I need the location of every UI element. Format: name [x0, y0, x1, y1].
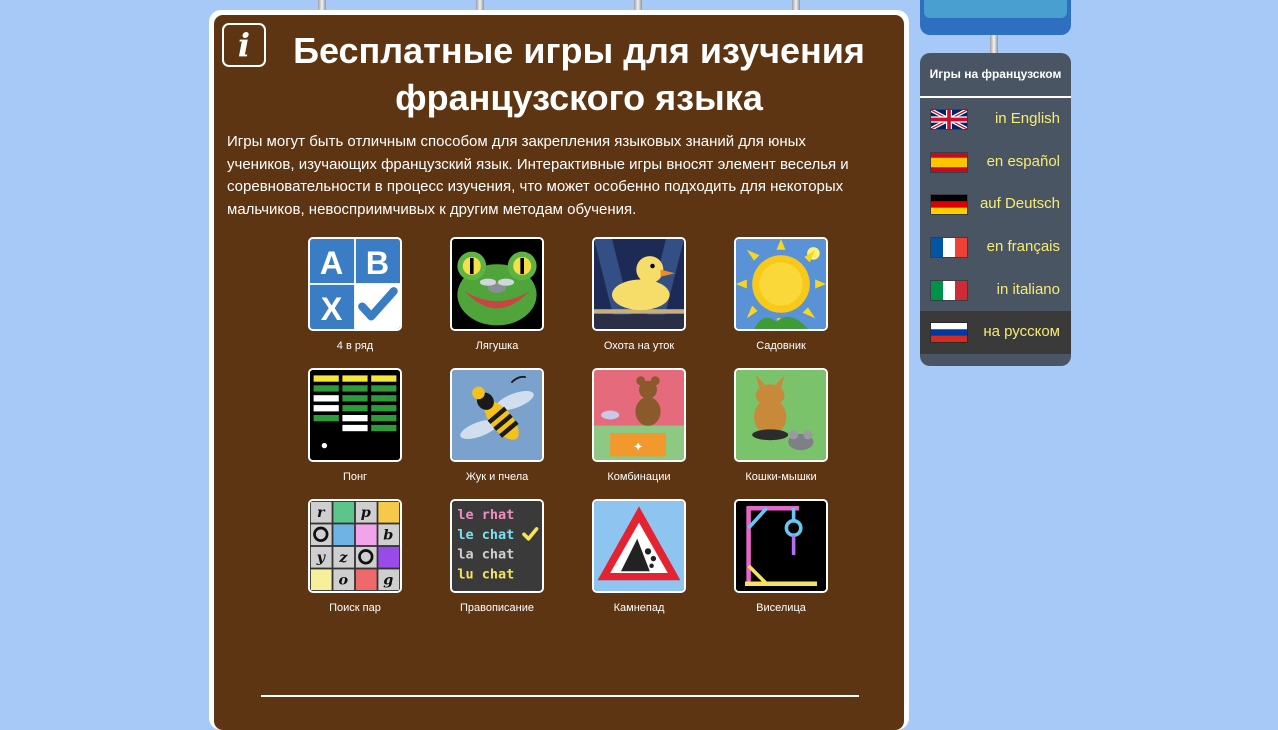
- info-button[interactable]: i: [222, 23, 266, 67]
- pairs-letter: g: [383, 572, 393, 589]
- pairs-letter: o: [338, 572, 348, 589]
- duck-icon[interactable]: [592, 237, 686, 331]
- game-kamnepad[interactable]: Камнепад: [568, 499, 710, 615]
- rockfall-sign-icon[interactable]: [592, 499, 686, 593]
- info-icon: i: [237, 26, 251, 64]
- lang-link-spanish[interactable]: en español: [920, 141, 1071, 184]
- game-label: Кошки-мышки: [745, 471, 817, 483]
- main-board: i Бесплатные игры для изучения французск…: [209, 10, 909, 730]
- divider: [261, 695, 859, 697]
- lang-label[interactable]: на русском: [983, 311, 1060, 354]
- game-label: Камнепад: [613, 602, 665, 614]
- game-label: Понг: [342, 471, 368, 483]
- spelling-word: la chat: [457, 547, 514, 563]
- games-grid: A B X 4 в ряд Лягушка Охота на уток Садо…: [284, 237, 854, 615]
- lang-label[interactable]: in English: [995, 98, 1060, 141]
- game-koshki-myshki[interactable]: Кошки-мышки: [710, 368, 852, 484]
- pairs-letter: b: [383, 527, 393, 544]
- game-lyagushka[interactable]: Лягушка: [426, 237, 568, 353]
- game-pravopisanie[interactable]: le rhat le chat la chat lu chat Правопис…: [426, 499, 568, 615]
- game-viselitsa[interactable]: Виселица: [710, 499, 852, 615]
- lang-link-german[interactable]: auf Deutsch: [920, 183, 1071, 226]
- game-label: Поиск пар: [329, 602, 381, 614]
- game-label: Садовник: [756, 340, 806, 352]
- frog-icon[interactable]: [450, 237, 544, 331]
- game-label: Комбинации: [607, 471, 671, 483]
- spelling-word: lu chat: [457, 566, 514, 582]
- tile-letter-a: A: [320, 245, 343, 281]
- russia-flag-icon: [931, 323, 967, 343]
- game-zhuk-i-pchela[interactable]: Жук и пчела: [426, 368, 568, 484]
- abc-quiz-icon[interactable]: A B X: [308, 237, 402, 331]
- spain-flag-icon: [931, 152, 967, 172]
- svg-text:✦: ✦: [633, 439, 644, 454]
- hangman-icon[interactable]: [734, 499, 828, 593]
- top-sign-panel: [924, 0, 1067, 18]
- sign-pole: [990, 34, 998, 54]
- spelling-word: le rhat: [457, 507, 514, 523]
- pairs-letter: p: [361, 504, 371, 521]
- game-poisk-par[interactable]: r p b y z o g Поиск пар: [284, 499, 426, 615]
- lang-link-russian[interactable]: на русском: [920, 311, 1071, 355]
- spelling-word: le chat: [457, 527, 514, 543]
- game-4-v-ryad[interactable]: A B X 4 в ряд: [284, 237, 426, 353]
- lang-link-english[interactable]: in English: [920, 98, 1071, 141]
- france-flag-icon: [931, 238, 967, 258]
- game-label: Правописание: [459, 602, 535, 614]
- game-label: Жук и пчела: [465, 471, 529, 483]
- sunflower-icon[interactable]: [734, 237, 828, 331]
- language-panel-heading: Игры на французском: [920, 53, 1071, 98]
- pairs-letter: y: [316, 549, 327, 566]
- wasp-icon[interactable]: [450, 368, 544, 462]
- lang-link-italian[interactable]: in italiano: [920, 269, 1071, 312]
- game-label: 4 в ряд: [336, 340, 374, 352]
- italy-flag-icon: [931, 280, 967, 300]
- lang-label[interactable]: in italiano: [997, 269, 1060, 312]
- lang-link-french[interactable]: en français: [920, 226, 1071, 269]
- game-sadovnik[interactable]: Садовник: [710, 237, 852, 353]
- tile-letter-x: X: [321, 291, 343, 327]
- language-panel: Игры на французском in English en españo…: [920, 53, 1071, 366]
- uk-flag-icon: [931, 110, 967, 129]
- germany-flag-icon: [931, 195, 967, 215]
- game-label: Виселица: [756, 602, 806, 614]
- pong-icon[interactable]: [308, 368, 402, 462]
- game-pong[interactable]: Понг: [284, 368, 426, 484]
- game-label: Охота на уток: [603, 340, 675, 352]
- cat-mouse-icon[interactable]: [734, 368, 828, 462]
- teddy-bear-icon[interactable]: ✦: [592, 368, 686, 462]
- page-title: Бесплатные игры для изучения французског…: [293, 30, 865, 118]
- pairs-letter: z: [338, 549, 348, 566]
- game-kombinatsii[interactable]: ✦ Комбинации: [568, 368, 710, 484]
- game-label: Лягушка: [475, 340, 519, 352]
- lang-label[interactable]: en français: [987, 226, 1060, 269]
- board-content: i Бесплатные игры для изучения французск…: [214, 15, 904, 730]
- lang-label[interactable]: en español: [987, 141, 1060, 184]
- game-okhota-na-utok[interactable]: Охота на уток: [568, 237, 710, 353]
- lang-label[interactable]: auf Deutsch: [980, 183, 1060, 226]
- top-sign: [920, 0, 1071, 35]
- intro-text: Игры могут быть отличным способом для за…: [227, 133, 849, 218]
- tile-letter-b: B: [366, 245, 389, 281]
- spelling-icon[interactable]: le rhat le chat la chat lu chat: [450, 499, 544, 593]
- pairs-grid-icon[interactable]: r p b y z o g: [308, 499, 402, 593]
